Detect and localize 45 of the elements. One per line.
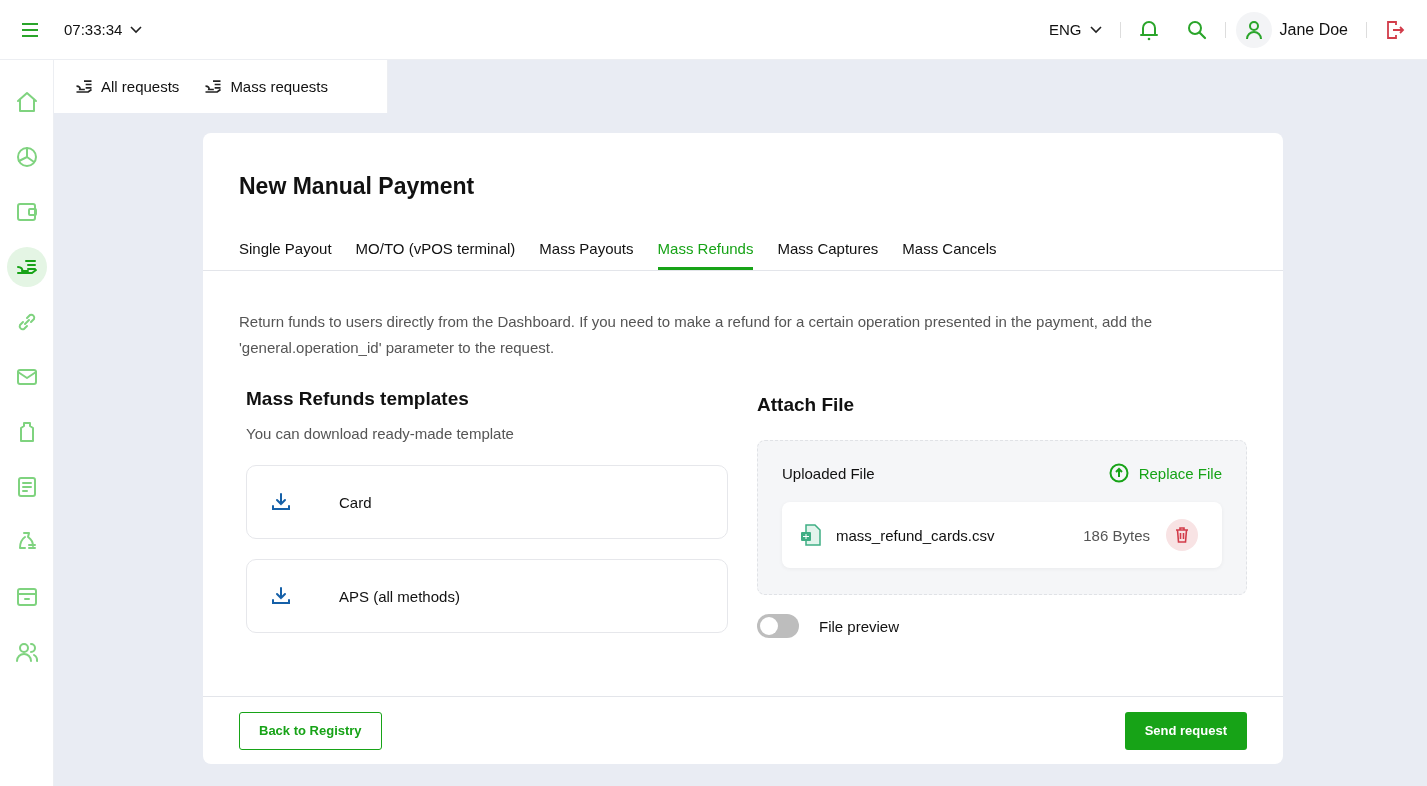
file-size: 186 Bytes (1083, 526, 1150, 544)
templates-subtitle: You can download ready-made template (246, 425, 515, 442)
hand-coins-icon (203, 77, 224, 96)
caret-icon (1089, 25, 1102, 34)
tab[interactable]: Mass Cancels (902, 240, 997, 270)
description-text: Return funds to users directly from the Dashboard. If you need to make a refund for a certain operation presented in the payment, add the 'general.operation_id' parameter to the request. (239, 312, 1154, 358)
menu-icon[interactable] (21, 22, 39, 37)
logout-icon[interactable] (1385, 19, 1405, 40)
download-icon (271, 492, 291, 512)
preview-toggle[interactable] (757, 614, 799, 638)
trash-icon (1175, 527, 1189, 543)
pie-icon (14, 145, 39, 169)
home-icon (14, 90, 39, 114)
uploaded-label: Uploaded File (782, 464, 875, 482)
tab[interactable]: Single Payout (239, 240, 332, 270)
tab[interactable]: MO/TO (vPOS terminal) (355, 240, 516, 270)
bell-icon[interactable] (1138, 18, 1159, 41)
preview-label: File preview (819, 617, 900, 635)
hand-coins-icon (74, 77, 94, 96)
wallet-icon (14, 200, 39, 224)
delete-button[interactable] (1166, 519, 1198, 551)
archive-icon (14, 585, 39, 609)
page-title: New Manual Payment (238, 172, 476, 200)
subnav-link[interactable]: Mass requests (203, 77, 328, 96)
caret-icon (130, 25, 143, 34)
template-label: Card (339, 493, 372, 511)
search-icon[interactable] (1186, 19, 1207, 40)
templates-title: Mass Refunds templates (246, 388, 470, 410)
template-download-item[interactable]: APS (all methods) (246, 559, 728, 633)
tab[interactable]: Mass Payouts (539, 240, 634, 270)
attach-title: Attach File (757, 394, 856, 416)
spreadsheet-file-icon (800, 523, 822, 547)
subnav-link[interactable]: All requests (74, 77, 180, 96)
users-icon (14, 640, 39, 664)
upload-icon (1108, 463, 1129, 483)
user-name[interactable]: Jane Doe (1279, 20, 1348, 39)
tab[interactable]: Mass Captures (777, 240, 879, 270)
user-avatar[interactable] (1235, 11, 1272, 48)
template-label: APS (all methods) (339, 587, 460, 605)
template-download-item[interactable]: Card (246, 465, 728, 539)
language-dropdown[interactable]: ENG (1049, 21, 1102, 38)
download-icon (271, 586, 291, 606)
time-dropdown[interactable]: 07:33:34 (64, 21, 143, 38)
file-name: mass_refund_cards.csv (836, 526, 996, 544)
payments-nav-item[interactable] (6, 247, 47, 287)
